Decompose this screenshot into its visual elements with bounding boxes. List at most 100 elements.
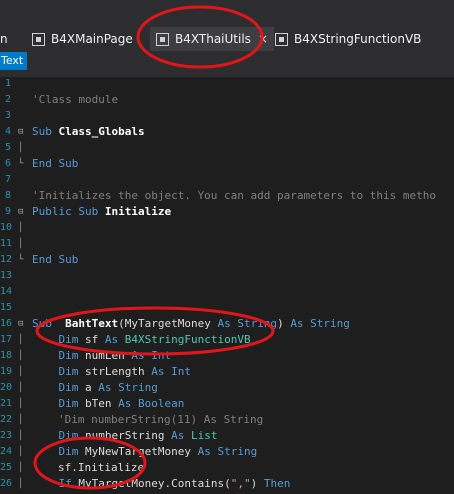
fold-line-icon: │ [18,447,24,457]
tab-label: B4XThaiUtils [175,32,251,46]
fold-line-icon: │ [18,335,24,345]
code-text: Dim a As String [58,381,158,394]
code-line: 19 │ Dim strLength As Int [0,364,454,380]
line-number: 9 [4,206,11,217]
fold-collapse-icon[interactable]: ⊟ [18,124,30,140]
close-tab-icon[interactable]: × [258,32,268,46]
fold-collapse-icon[interactable]: ⊟ [18,204,30,220]
code-line: 12 └ End Sub [0,252,454,268]
code-line: 25 │ sf.Initialize [0,460,454,476]
line-number: 4 [4,126,11,137]
code-line: 15 [0,300,454,316]
line-number: 3 [4,110,11,121]
module-icon [32,32,45,46]
module-icon [156,32,169,46]
fold-line-icon: │ [18,367,24,377]
code-line: 9 ⊟ Public Sub Initialize [0,204,454,220]
line-number: 13 [0,270,13,281]
fold-line-icon: │ [18,239,24,249]
code-editor[interactable]: 1 2 'Class module 3 4 ⊟ Sub Class_Globals 5… [0,74,454,494]
code-line: 6 └ End Sub [0,156,454,172]
line-number: 6 [4,158,11,169]
code-line: 3 [0,108,454,124]
fold-line-icon: │ [18,383,24,393]
code-text: Public Sub Initialize [32,205,172,218]
code-line: 5 │ [0,140,454,156]
tab-label: n [0,32,8,46]
comment-text: 'Dim numberString(11) As String [58,413,264,426]
editor-tab-bar: n B4XMainPage B4XThaiUtils × B4XStringFu… [0,0,454,77]
code-line: 17 │ Dim sf As B4XStringFunctionVB [0,332,454,348]
line-number: 20 [0,382,13,393]
code-line: 16 ⊟ Sub BahtText(MyTargetMoney As String)… [0,316,454,332]
code-text: End Sub [32,253,79,266]
code-line: 24 │ Dim MyNewTargetMoney As String [0,444,454,460]
code-text: Dim sf As B4XStringFunctionVB [58,333,251,346]
code-text: Dim numLen As Int [58,349,172,362]
tab-b4xmainpage[interactable]: B4XMainPage [32,27,133,51]
line-number: 19 [0,366,13,377]
tab-label: B4XStringFunctionVB [294,32,422,46]
line-number: 1 [4,78,11,89]
fold-line-icon: │ [18,431,24,441]
code-line: 22 │ 'Dim numberString(11) As String [0,412,454,428]
line-number: 7 [4,174,11,185]
code-line: 20 │ Dim a As String [0,380,454,396]
code-text: Dim bTen As Boolean [58,397,185,410]
code-text: Sub Class_Globals [32,125,145,138]
line-number: 21 [0,398,13,409]
line-number: 5 [4,142,11,153]
code-line: 10 │ [0,220,454,236]
code-text: Dim strLength As Int [58,365,191,378]
code-text: Sub BahtText(MyTargetMoney As String) As… [32,317,350,330]
code-line: 21 │ Dim bTen As Boolean [0,396,454,412]
line-number: 25 [0,462,13,473]
line-number: 15 [0,302,13,313]
code-line: 26 │ If MyTargetMoney.Contains(",") Then [0,476,454,492]
fold-line-icon: │ [18,463,24,473]
fold-line-icon: │ [18,223,24,233]
line-number: 2 [4,94,11,105]
line-number: 10 [0,222,13,233]
code-line: 4 ⊟ Sub Class_Globals [0,124,454,140]
tab-b4xthaiutils[interactable]: B4XThaiUtils × [150,27,274,51]
line-number: 8 [4,190,11,201]
fold-line-icon: │ [18,479,24,489]
line-number: 26 [0,478,13,489]
line-number: 18 [0,350,13,361]
code-text: sf.Initialize [58,461,145,474]
tab-label: B4XMainPage [51,32,133,46]
line-number: 16 [0,318,13,329]
code-text: Dim numberString As List [58,429,218,442]
comment-text: 'Initializes the object. You can add par… [32,189,436,202]
line-number: 11 [0,238,13,249]
tab-partial[interactable]: n [0,27,8,51]
line-number: 22 [0,414,13,425]
code-line: 8 'Initializes the object. You can add pa… [0,188,454,204]
tab-b4xstringfunctionvb[interactable]: B4XStringFunctionVB [275,27,421,51]
code-line: 23 │ Dim numberString As List [0,428,454,444]
fold-collapse-icon[interactable]: ⊟ [18,316,30,332]
fold-line-icon: │ [18,143,24,153]
code-text: If MyTargetMoney.Contains(",") Then [58,477,291,490]
fold-line-icon: │ [18,399,24,409]
code-line: 1 [0,76,454,92]
code-line: 7 [0,172,454,188]
code-line: 2 'Class module [0,92,454,108]
code-line: 18 │ Dim numLen As Int [0,348,454,364]
comment-text: 'Class module [32,93,119,106]
line-number: 23 [0,430,13,441]
line-number: 14 [0,286,13,297]
code-line: 13 [0,268,454,284]
fold-end-icon: └ [18,255,24,265]
code-line: 11 │ [0,236,454,252]
fold-end-icon: └ [18,159,24,169]
fold-line-icon: │ [18,351,24,361]
line-number: 24 [0,446,13,457]
fold-line-icon: │ [18,415,24,425]
module-icon [275,32,288,46]
sub-tab[interactable]: Text [0,52,27,70]
code-line: 14 [0,284,454,300]
code-text: End Sub [32,157,79,170]
line-number: 12 [0,254,13,265]
